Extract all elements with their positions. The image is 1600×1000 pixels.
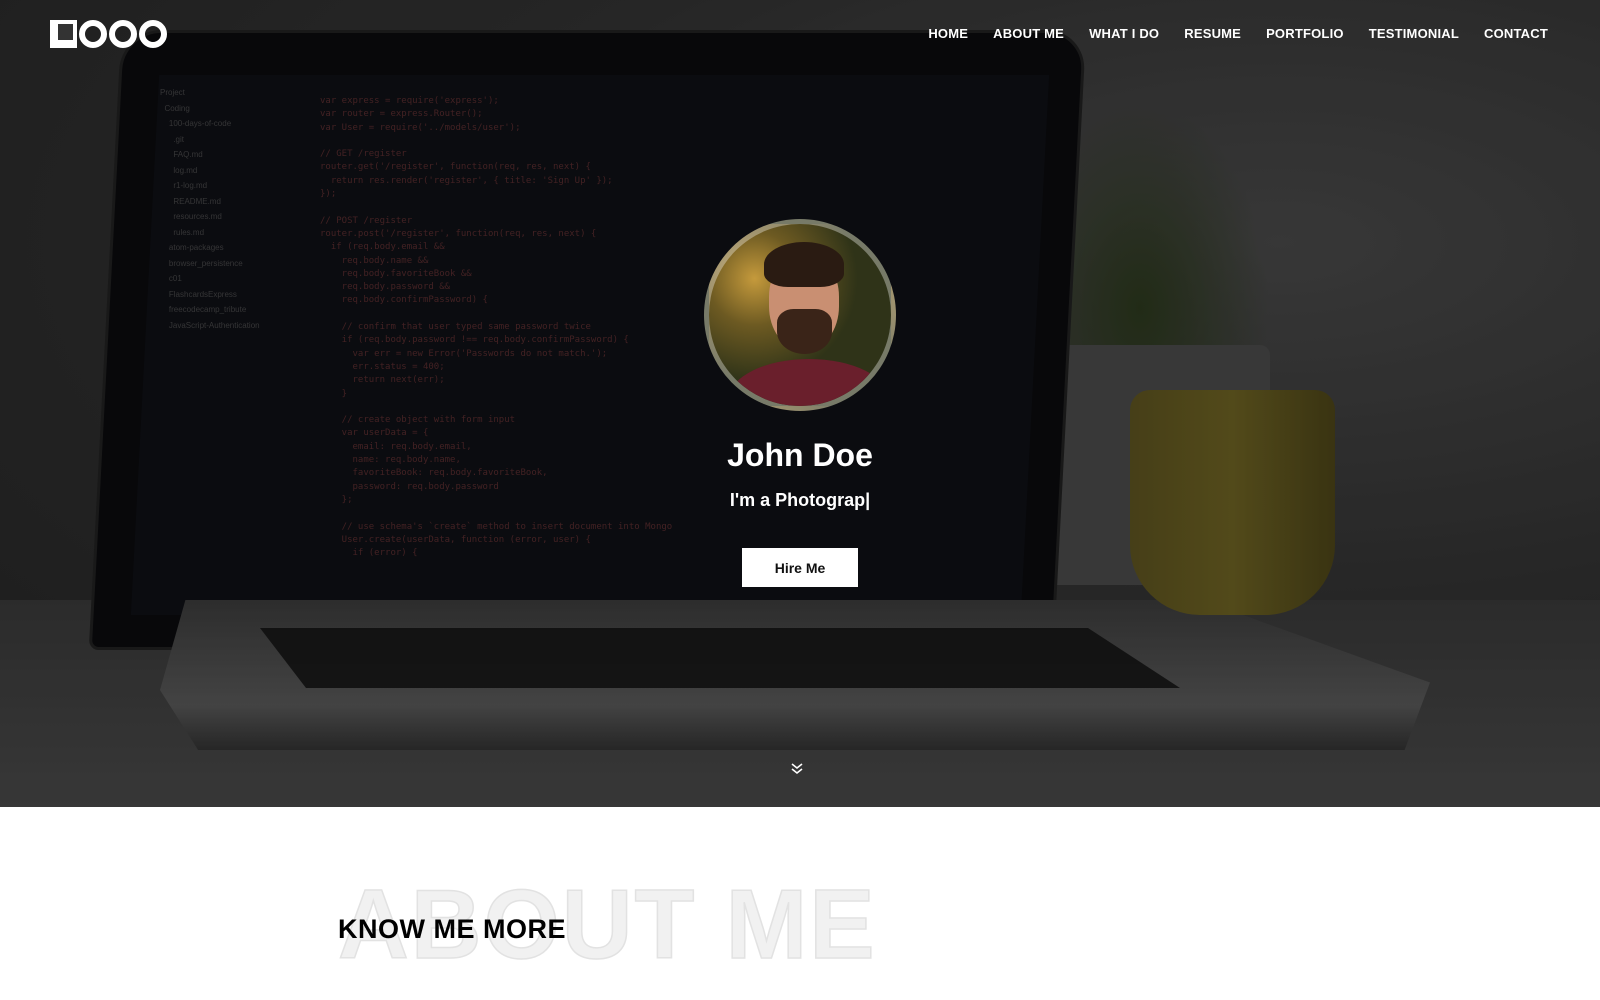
about-title: KNOW ME MORE	[338, 914, 566, 944]
hero-name: John Doe	[727, 437, 873, 473]
nav-what-i-do[interactable]: WHAT I DO	[1089, 26, 1159, 41]
hero-section: Project Coding 100-days-of-code .git FAQ…	[0, 0, 1600, 807]
nav-about-me[interactable]: ABOUT ME	[993, 26, 1064, 41]
hire-me-button[interactable]: Hire Me	[742, 548, 858, 587]
hero-subtitle: I'm a Photograp|	[729, 490, 871, 510]
nav-home[interactable]: HOME	[928, 26, 968, 41]
avatar	[704, 219, 896, 411]
nav-portfolio[interactable]: PORTFOLIO	[1266, 26, 1344, 41]
main-nav: HOME ABOUT ME WHAT I DO RESUME PORTFOLIO…	[928, 26, 1548, 41]
double-chevron-down-icon[interactable]	[790, 762, 804, 779]
nav-testimonial[interactable]: TESTIMONIAL	[1369, 26, 1459, 41]
logo[interactable]	[50, 20, 167, 50]
nav-resume[interactable]: RESUME	[1184, 26, 1241, 41]
nav-contact[interactable]: CONTACT	[1484, 26, 1548, 41]
